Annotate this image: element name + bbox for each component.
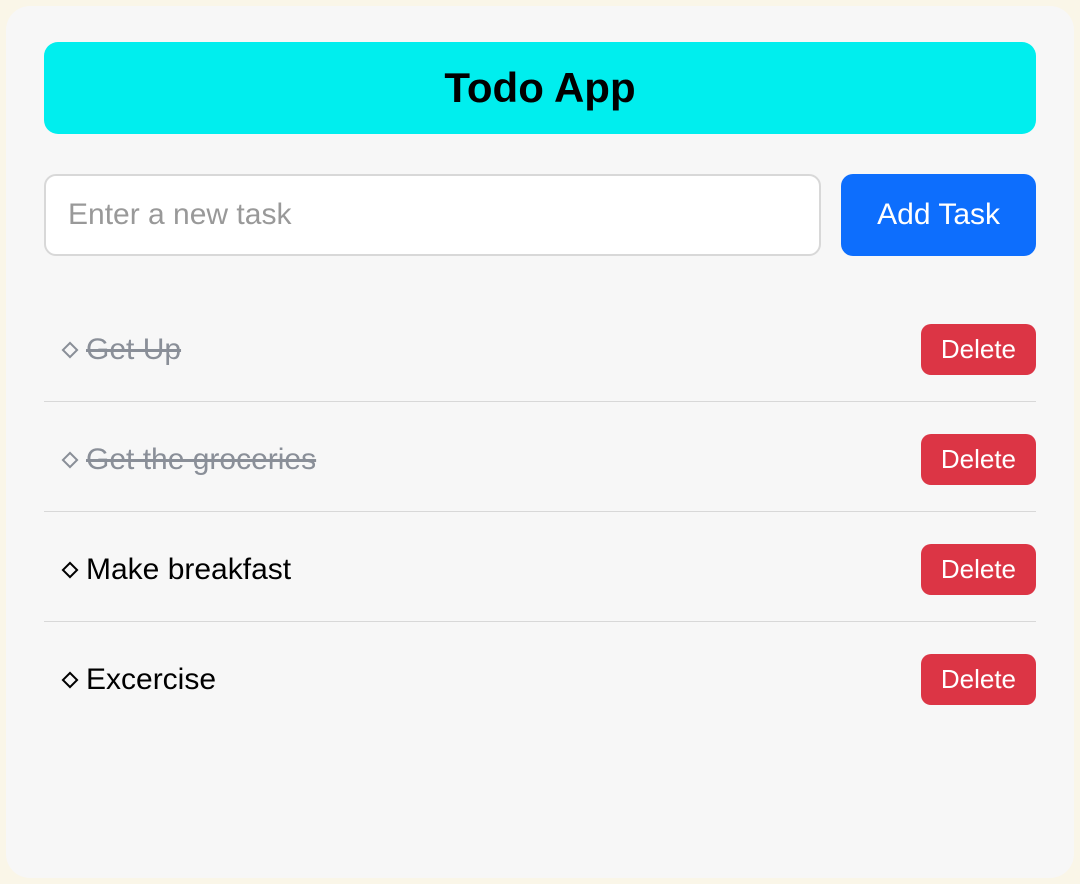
task-left: Excercise xyxy=(64,663,216,697)
task-list: Get UpDeleteGet the groceriesDeleteMake … xyxy=(44,292,1036,731)
task-text[interactable]: Make breakfast xyxy=(86,553,291,587)
task-item: Get Up Delete xyxy=(44,292,1036,402)
task-left: Make breakfast xyxy=(64,553,291,587)
task-left: Get the groceries xyxy=(64,443,316,477)
delete-button[interactable]: Delete xyxy=(921,544,1036,595)
delete-button[interactable]: Delete xyxy=(921,654,1036,705)
task-text[interactable]: Get Up xyxy=(86,333,181,367)
app-header: Todo App xyxy=(44,42,1036,134)
delete-button[interactable]: Delete xyxy=(921,324,1036,375)
add-task-button[interactable]: Add Task xyxy=(841,174,1036,256)
page-title: Todo App xyxy=(44,64,1036,112)
new-task-input[interactable] xyxy=(44,174,821,256)
task-text[interactable]: Get the groceries xyxy=(86,443,316,477)
task-item: Excercise Delete xyxy=(44,622,1036,731)
delete-button[interactable]: Delete xyxy=(921,434,1036,485)
task-text[interactable]: Excercise xyxy=(86,663,216,697)
diamond-bullet-icon xyxy=(64,674,76,686)
diamond-bullet-icon xyxy=(64,454,76,466)
task-item: Make breakfast Delete xyxy=(44,512,1036,622)
new-task-row: Add Task xyxy=(44,174,1036,256)
diamond-bullet-icon xyxy=(64,344,76,356)
task-item: Get the groceries Delete xyxy=(44,402,1036,512)
diamond-bullet-icon xyxy=(64,564,76,576)
task-left: Get Up xyxy=(64,333,181,367)
app-container: Todo App Add Task Get UpDeleteGet the gr… xyxy=(6,6,1074,878)
